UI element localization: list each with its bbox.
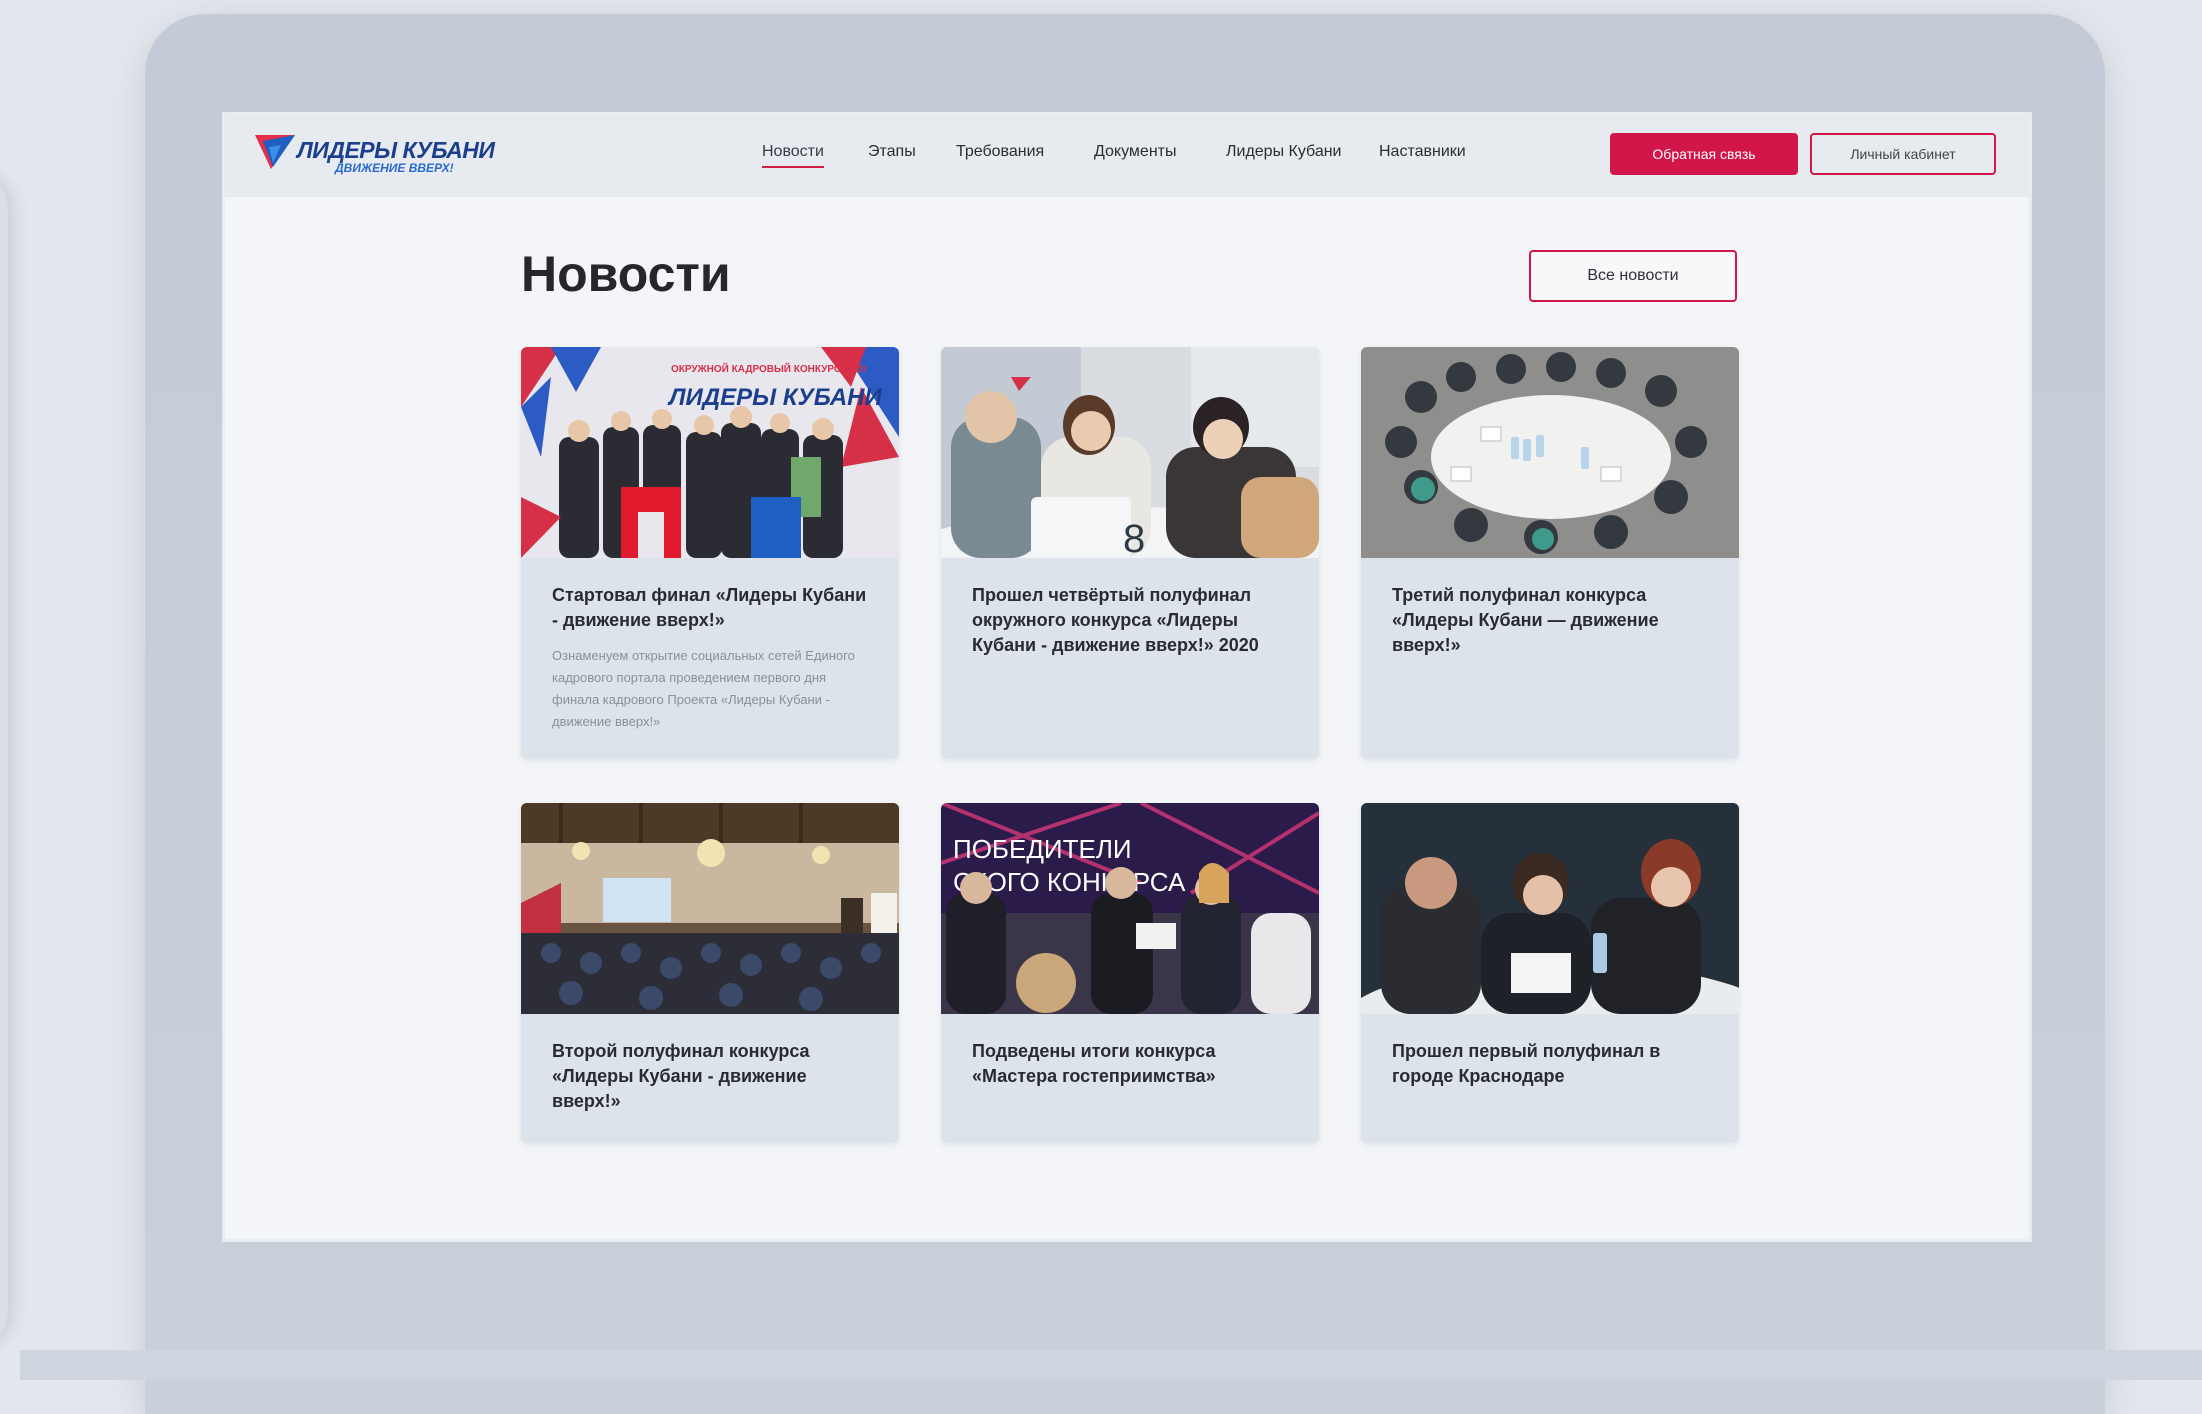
news-photo [521,803,899,1014]
feedback-button[interactable]: Обратная связь [1610,133,1798,175]
news-title: Прошел первый полуфинал в городе Краснод… [1392,1041,1661,1086]
nav-item-news[interactable]: Новости [762,143,824,168]
logo-title: ЛИДЕРЫ КУБАНИ [297,137,495,163]
logo-triangle-icon [255,135,295,169]
news-title: Прошел четвёртый полуфинал окружного кон… [972,585,1259,655]
nav-item-documents[interactable]: Документы [1094,143,1176,161]
news-photo: 8 [941,347,1319,558]
photo-subtext: ОКРУЖНОЙ КАДРОВЫЙ КОНКУРС 2020 [671,362,867,375]
photo-table-number: 8 [1123,517,1145,558]
news-photo [1361,803,1739,1014]
news-photo: ОКРУЖНОЙ КАДРОВЫЙ КОНКУРС 2020 ЛИДЕРЫ КУ… [521,347,899,558]
nav-item-leaders[interactable]: Лидеры Кубани [1226,143,1341,161]
all-news-button[interactable]: Все новости [1529,250,1737,302]
nav-item-stages[interactable]: Этапы [868,143,916,161]
nav-item-requirements[interactable]: Требования [956,143,1044,161]
photo-banner-text: ЛИДЕРЫ КУБАНИ [667,384,883,411]
news-photo: ПОБЕДИТЕЛИ СКОГО КОНКУРСА [941,803,1319,1014]
photo-banner-text: ПОБЕДИТЕЛИ [953,834,1132,864]
personal-cabinet-button[interactable]: Личный кабинет [1810,133,1996,175]
news-title: Второй полуфинал конкурса «Лидеры Кубани… [552,1041,810,1111]
news-card[interactable]: ПОБЕДИТЕЛИ СКОГО КОНКУРСА Подведены итог… [941,803,1319,1143]
nav-item-mentors[interactable]: Наставники [1379,143,1466,161]
news-card[interactable]: Прошел первый полуфинал в городе Краснод… [1361,803,1739,1143]
page-title: Новости [521,246,731,302]
news-card[interactable]: Второй полуфинал конкурса «Лидеры Кубани… [521,803,899,1143]
news-title: Подведены итоги конкурса «Мастера гостеп… [972,1041,1216,1086]
news-title: Третий полуфинал конкурса «Лидеры Кубани… [1392,585,1659,655]
laptop-base [20,1350,2202,1380]
news-card[interactable]: Третий полуфинал конкурса «Лидеры Кубани… [1361,347,1739,759]
news-description: Ознаменуем открытие социальных сетей Еди… [552,648,855,729]
site-header: ЛИДЕРЫ КУБАНИ ДВИЖЕНИЕ ВВЕРХ! Новости Эт… [225,115,2029,197]
news-card[interactable]: 8 Прошел четвёртый полуфинал окружного к… [941,347,1319,759]
news-photo [1361,347,1739,558]
adjacent-device-edge [0,170,8,1350]
logo-subtitle: ДВИЖЕНИЕ ВВЕРХ! [335,161,454,175]
news-card[interactable]: ОКРУЖНОЙ КАДРОВЫЙ КОНКУРС 2020 ЛИДЕРЫ КУ… [521,347,899,759]
site-logo[interactable]: ЛИДЕРЫ КУБАНИ ДВИЖЕНИЕ ВВЕРХ! [255,135,495,179]
news-title: Стартовал финал «Лидеры Кубани - движени… [552,585,867,630]
website-screen: ЛИДЕРЫ КУБАНИ ДВИЖЕНИЕ ВВЕРХ! Новости Эт… [222,112,2032,1242]
